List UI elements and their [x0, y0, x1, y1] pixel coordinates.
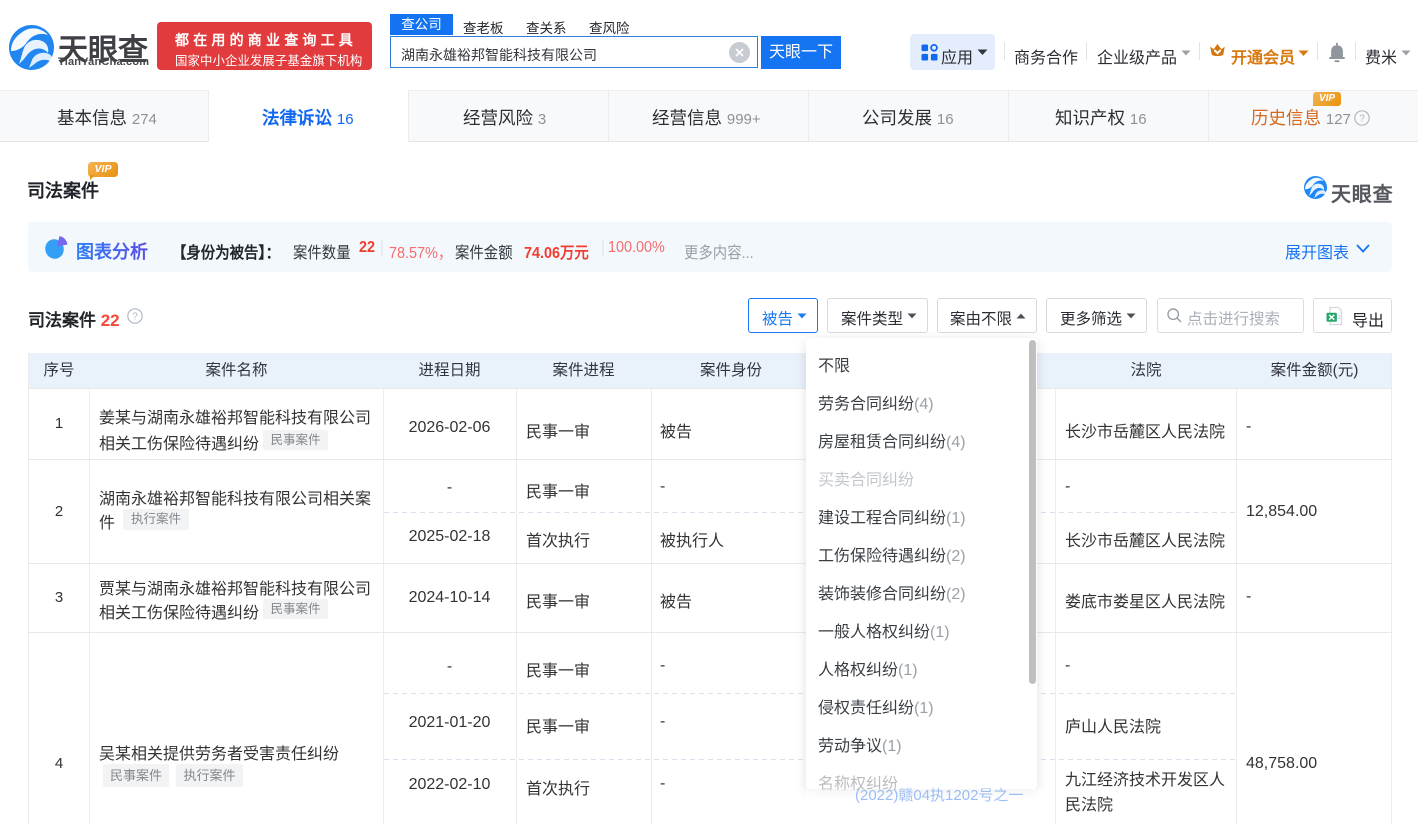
svg-text:?: ? [1359, 114, 1365, 125]
svg-text:?: ? [132, 312, 138, 323]
